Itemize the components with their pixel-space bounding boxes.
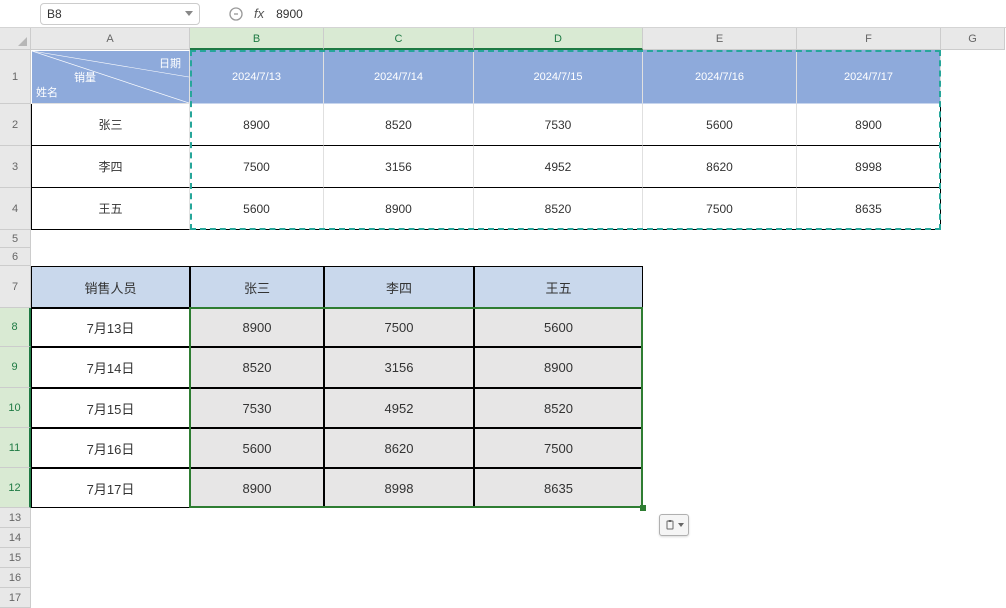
formula-input[interactable]: 8900 <box>264 0 1006 28</box>
formula-bar: B8 fx 8900 <box>0 0 1006 28</box>
row-header-16[interactable]: 16 <box>0 568 31 588</box>
chevron-down-icon <box>185 11 193 16</box>
table2-value-cell[interactable]: 4952 <box>324 388 474 428</box>
row-header-3[interactable]: 3 <box>0 146 31 188</box>
cancel-icon[interactable] <box>228 6 244 22</box>
row-header-4[interactable]: 4 <box>0 188 31 230</box>
column-header-C[interactable]: C <box>324 28 474 50</box>
table2-value-cell[interactable]: 7530 <box>190 388 324 428</box>
table1-value-cell[interactable]: 8900 <box>324 188 474 230</box>
table2-value-cell[interactable]: 8620 <box>324 428 474 468</box>
table1-name-cell[interactable]: 李四 <box>31 146 190 188</box>
column-header-B[interactable]: B <box>190 28 324 50</box>
row-header-17[interactable]: 17 <box>0 588 31 608</box>
table1-value-cell[interactable]: 3156 <box>324 146 474 188</box>
table2-value-cell[interactable]: 8520 <box>190 347 324 388</box>
table1-value-cell[interactable]: 4952 <box>474 146 643 188</box>
column-header-A[interactable]: A <box>31 28 190 50</box>
table2-value-cell[interactable]: 8900 <box>190 468 324 508</box>
column-header-F[interactable]: F <box>797 28 941 50</box>
column-header-G[interactable]: G <box>941 28 1005 50</box>
row-header-6[interactable]: 6 <box>0 248 31 266</box>
table1-diag-header[interactable]: 日期 销量 姓名 <box>31 50 190 104</box>
row-header-9[interactable]: 9 <box>0 347 31 388</box>
table2-header-cell[interactable]: 销售人员 <box>31 266 190 308</box>
row-header-1[interactable]: 1 <box>0 50 31 104</box>
table1-value-cell[interactable]: 8520 <box>324 104 474 146</box>
table1-value-cell[interactable]: 8998 <box>797 146 941 188</box>
row-header-11[interactable]: 11 <box>0 428 31 468</box>
table2-value-cell[interactable]: 7500 <box>324 308 474 347</box>
table1-date-header[interactable]: 2024/7/14 <box>324 50 474 104</box>
table1-date-header[interactable]: 2024/7/16 <box>643 50 797 104</box>
table1-value-cell[interactable]: 8520 <box>474 188 643 230</box>
table2-value-cell[interactable]: 8635 <box>474 468 643 508</box>
paste-options-button[interactable] <box>659 514 689 536</box>
row-header-5[interactable]: 5 <box>0 230 31 248</box>
column-header-E[interactable]: E <box>643 28 797 50</box>
table1-date-header[interactable]: 2024/7/13 <box>190 50 324 104</box>
clipboard-icon <box>664 518 676 532</box>
table1-value-cell[interactable]: 5600 <box>190 188 324 230</box>
table1-value-cell[interactable]: 5600 <box>643 104 797 146</box>
table2-value-cell[interactable]: 5600 <box>474 308 643 347</box>
chevron-down-icon <box>678 523 684 527</box>
table1-value-cell[interactable]: 8620 <box>643 146 797 188</box>
table1-value-cell[interactable]: 7530 <box>474 104 643 146</box>
name-box[interactable]: B8 <box>40 3 200 25</box>
table1-value-cell[interactable]: 8900 <box>797 104 941 146</box>
table2-value-cell[interactable]: 3156 <box>324 347 474 388</box>
column-header-D[interactable]: D <box>474 28 643 50</box>
row-header-10[interactable]: 10 <box>0 388 31 428</box>
table2-value-cell[interactable]: 8520 <box>474 388 643 428</box>
table1-date-header[interactable]: 2024/7/15 <box>474 50 643 104</box>
table2-date-cell[interactable]: 7月16日 <box>31 428 190 468</box>
spreadsheet-grid[interactable]: ABCDEFG 1234567891011121314151617 日期 销量 … <box>0 28 1006 596</box>
table1-value-cell[interactable]: 7500 <box>643 188 797 230</box>
table1-value-cell[interactable]: 8635 <box>797 188 941 230</box>
row-header-8[interactable]: 8 <box>0 308 31 347</box>
table1-name-cell[interactable]: 张三 <box>31 104 190 146</box>
table2-date-cell[interactable]: 7月15日 <box>31 388 190 428</box>
fx-icon[interactable]: fx <box>254 6 264 21</box>
row-header-15[interactable]: 15 <box>0 548 31 568</box>
table2-value-cell[interactable]: 8998 <box>324 468 474 508</box>
table2-value-cell[interactable]: 8900 <box>474 347 643 388</box>
row-header-2[interactable]: 2 <box>0 104 31 146</box>
table2-header-cell[interactable]: 王五 <box>474 266 643 308</box>
row-header-14[interactable]: 14 <box>0 528 31 548</box>
table2-value-cell[interactable]: 5600 <box>190 428 324 468</box>
row-header-7[interactable]: 7 <box>0 266 31 308</box>
table1-value-cell[interactable]: 7500 <box>190 146 324 188</box>
row-header-12[interactable]: 12 <box>0 468 31 508</box>
table1-date-header[interactable]: 2024/7/17 <box>797 50 941 104</box>
table2-date-cell[interactable]: 7月14日 <box>31 347 190 388</box>
table1-name-cell[interactable]: 王五 <box>31 188 190 230</box>
select-all-corner[interactable] <box>0 28 31 50</box>
table2-header-cell[interactable]: 张三 <box>190 266 324 308</box>
table2-date-cell[interactable]: 7月13日 <box>31 308 190 347</box>
table2-value-cell[interactable]: 7500 <box>474 428 643 468</box>
table2-date-cell[interactable]: 7月17日 <box>31 468 190 508</box>
row-header-13[interactable]: 13 <box>0 508 31 528</box>
table1-value-cell[interactable]: 8900 <box>190 104 324 146</box>
name-box-value: B8 <box>47 7 185 21</box>
table2-value-cell[interactable]: 8900 <box>190 308 324 347</box>
table2-header-cell[interactable]: 李四 <box>324 266 474 308</box>
